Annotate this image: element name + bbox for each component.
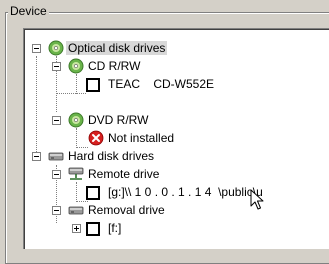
network-drive-icon [68,167,84,180]
not-installed-label: Not installed [108,131,175,145]
device-group-label: Device [8,4,49,18]
optical-disc-icon [48,40,64,56]
dvd-disc-icon [68,112,84,128]
tree-node-remote[interactable]: Remote drive [24,165,324,183]
collapse-icon[interactable] [52,116,61,125]
remote-path-checkbox[interactable] [86,186,100,200]
tree-node-not-installed[interactable]: Not installed [24,129,324,147]
device-checkbox[interactable] [86,78,100,92]
cdrw-label: CD R/RW [88,59,141,73]
collapse-icon[interactable] [52,170,61,179]
error-icon [88,130,104,146]
expand-icon[interactable] [72,224,81,233]
tree-line [76,93,86,95]
tree-node-f-drive[interactable]: [f:] [24,219,324,237]
f-drive-label: [f:] [108,221,122,235]
removable-drive-icon [68,206,84,215]
remote-drive-label: Remote drive [88,167,160,181]
hard-disk-icon [48,152,64,161]
dvdrw-label: DVD R/RW [88,113,149,127]
f-drive-checkbox[interactable] [86,222,100,236]
mouse-cursor-icon [250,189,264,210]
removal-drive-label: Removal drive [88,203,165,217]
collapse-icon[interactable] [32,44,41,53]
hard-drives-label: Hard disk drives [68,149,155,163]
device-tree[interactable]: Optical disk drives CD R/RW TEAC CD-W552… [23,28,329,249]
tree-node-hard[interactable]: Hard disk drives [24,147,324,165]
tree-node-teac[interactable]: TEAC CD-W552E [24,75,324,93]
collapse-icon[interactable] [52,62,61,71]
remote-path-label: [g:]\\ 1 0 . 0 . 1 . 1 4 \public\u [108,185,263,199]
tree-node-cdrw[interactable]: CD R/RW [24,57,324,75]
tree-node-optical[interactable]: Optical disk drives [24,39,324,57]
tree-node-remote-path[interactable]: [g:]\\ 1 0 . 0 . 1 . 1 4 \public\u [24,183,329,201]
tree-node-removal[interactable]: Removal drive [24,201,324,219]
cd-device-label: TEAC CD-W552E [108,77,215,91]
tree-line [56,93,76,95]
cd-disc-icon [68,58,84,74]
collapse-icon[interactable] [52,206,61,215]
tree-node-dvdrw[interactable]: DVD R/RW [24,111,324,129]
optical-drives-label: Optical disk drives [66,41,168,55]
collapse-icon[interactable] [32,152,41,161]
